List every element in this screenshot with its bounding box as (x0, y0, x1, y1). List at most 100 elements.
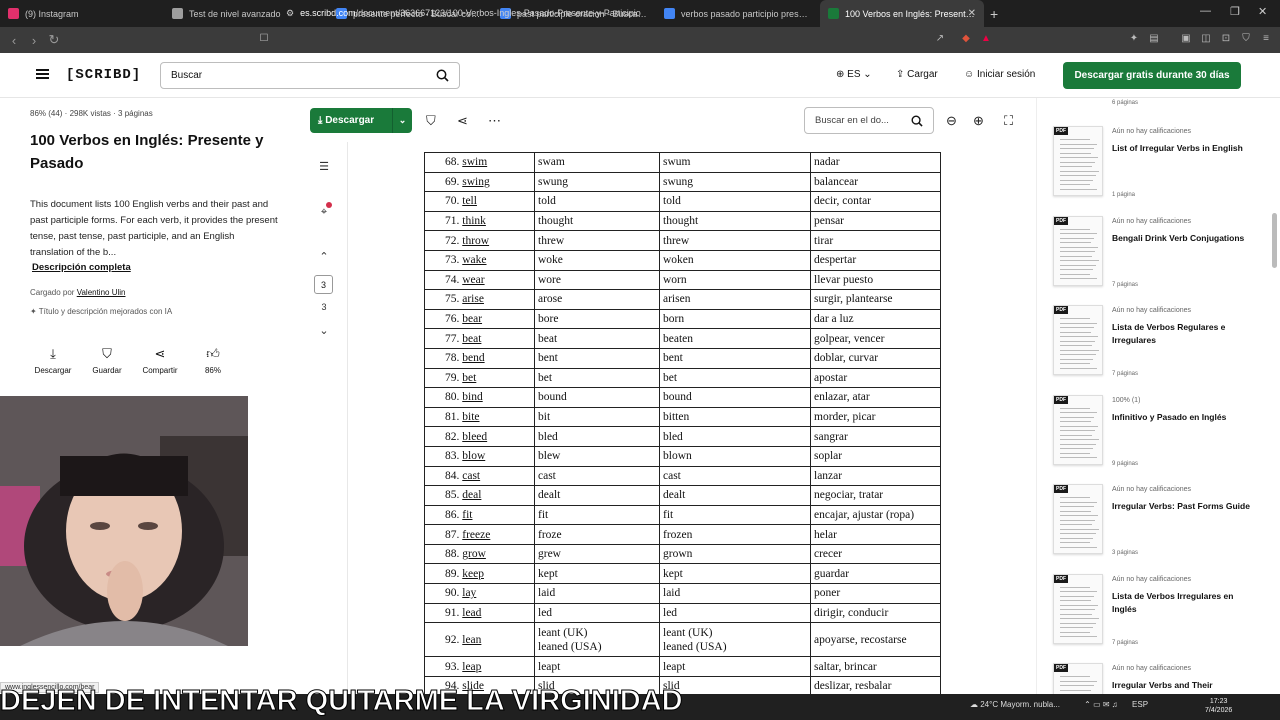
related-thumbnail[interactable]: PDF (1053, 305, 1103, 375)
download-button[interactable]: ⤓ Descargar ⌄ (310, 108, 412, 133)
input-language[interactable]: ESP (1132, 700, 1148, 709)
taskbar-clock[interactable]: 17:23 7/4/2026 (1205, 697, 1232, 715)
verb-link[interactable]: bind (462, 391, 482, 403)
maximize-icon[interactable]: ❐ (1230, 5, 1240, 18)
language-selector[interactable]: ⊕ ES ⌄ (836, 69, 872, 80)
related-document-card[interactable]: PDF Aún no hay calificaciones Irregular Ve… (1037, 484, 1267, 572)
verb-link[interactable]: wear (462, 274, 484, 286)
related-document-card[interactable]: PDF Aún no hay calificaciones Bengali Drin… (1037, 215, 1267, 304)
verb-link[interactable]: freeze (462, 529, 490, 541)
related-thumbnail[interactable]: PDF (1053, 126, 1103, 196)
verb-link[interactable]: wake (462, 254, 486, 266)
related-document-card[interactable]: PDF Aún no hay calificaciones List of Irre… (1037, 126, 1267, 214)
extensions-icon[interactable]: ✦ (1128, 33, 1140, 45)
close-window-icon[interactable]: ✕ (1258, 5, 1267, 18)
verb-link[interactable]: tell (462, 195, 477, 207)
save-bookmark-icon[interactable]: ⛉ (426, 113, 436, 129)
verb-link[interactable]: swim (462, 156, 487, 168)
doc-search-icon[interactable] (911, 115, 923, 127)
full-description-link[interactable]: Descripción completa (32, 262, 131, 273)
verb-link[interactable]: bet (462, 372, 476, 384)
verb-link[interactable]: bite (462, 411, 479, 423)
ai-assistant-icon[interactable]: ⌖ (312, 202, 336, 219)
outline-icon[interactable]: ☰ (312, 160, 336, 173)
wallet-icon[interactable]: ▣ (1180, 33, 1192, 45)
bookmark-page-icon[interactable]: ☐ (258, 33, 270, 45)
verb-link[interactable]: beat (462, 333, 481, 345)
upload-link[interactable]: ⇪ Cargar (896, 69, 938, 80)
verb-link[interactable]: bear (462, 313, 482, 325)
verb-link[interactable]: bend (462, 352, 484, 364)
browser-tab[interactable]: (9) Instagram (0, 0, 164, 27)
verb-link[interactable]: lead (462, 607, 481, 619)
related-title[interactable]: Infinitivo y Pasado en Inglés (1112, 411, 1252, 424)
verb-link[interactable]: cast (462, 470, 480, 482)
verb-link[interactable]: grow (462, 548, 486, 560)
scribd-logo[interactable]: [SCRIBD] (66, 67, 141, 83)
right-scrollbar[interactable] (1272, 213, 1277, 268)
related-title[interactable]: List of Irregular Verbs in English (1112, 142, 1252, 155)
related-document-card[interactable]: PDF Aún no hay calificaciones Lista de Ver… (1037, 573, 1267, 662)
forward-icon[interactable]: › (24, 33, 44, 48)
verb-link[interactable]: fit (462, 509, 472, 521)
verb-link[interactable]: blow (462, 450, 485, 462)
related-thumbnail[interactable]: PDF (1053, 215, 1103, 286)
document-search-input[interactable]: Buscar en el do... (804, 107, 934, 134)
verb-link[interactable]: bleed (462, 431, 487, 443)
toolbar-share-icon[interactable]: ⋖ (457, 113, 468, 129)
related-thumbnail[interactable]: PDF (1053, 484, 1103, 554)
related-document-card[interactable]: PDF Aún no hay calificaciones Lista de Ver… (1037, 305, 1267, 393)
more-options-icon[interactable]: ⋯ (488, 113, 501, 129)
vpn-icon[interactable]: ◫ (1200, 33, 1212, 45)
verb-link[interactable]: think (462, 215, 486, 227)
related-title[interactable]: Lista de Verbos Regulares e Irregulares (1112, 321, 1252, 347)
shield-icon[interactable]: ⛉ (1240, 33, 1252, 45)
sidebar-icon[interactable]: ▤ (1148, 33, 1160, 45)
uploader-link[interactable]: Valentino Ulin (77, 288, 126, 297)
verb-link[interactable]: throw (462, 235, 489, 247)
brave-shield-icon[interactable]: ◆ (960, 33, 972, 45)
current-page-input[interactable]: 3 (314, 275, 333, 294)
free-trial-button[interactable]: Descargar gratis durante 30 días (1063, 62, 1241, 89)
share-page-icon[interactable]: ↗ (934, 33, 946, 45)
page-up-icon[interactable]: ⌃ (312, 250, 336, 263)
download-action[interactable]: ⤓ Descargar (28, 346, 78, 375)
minimize-icon[interactable]: — (1200, 5, 1211, 17)
related-thumbnail[interactable]: PDF (1053, 394, 1103, 465)
verb-link[interactable]: lay (462, 587, 476, 599)
related-document-card[interactable]: PDF 100% (1) Infinitivo y Pasado en Inglés… (1037, 394, 1267, 483)
download-dropdown-icon[interactable]: ⌄ (392, 108, 412, 133)
url-field[interactable]: ⚙ es.scribd.com /document/363667123/100-… (276, 3, 996, 23)
back-icon[interactable]: ‹ (4, 33, 24, 48)
zoom-out-icon[interactable]: ⊖ (946, 113, 957, 129)
verb-link[interactable]: leap (462, 661, 481, 673)
zoom-in-icon[interactable]: ⊕ (973, 113, 984, 129)
share-action[interactable]: ⋖ Compartir (135, 346, 185, 375)
verb-row: 82. bleed bled bled sangrar (424, 426, 941, 447)
fullscreen-icon[interactable]: ⛶ (1004, 113, 1013, 129)
tray-icons[interactable]: ⌃ ▭ ✉ ♫ (1084, 700, 1120, 709)
verb-link[interactable]: arise (462, 293, 484, 305)
verb-link[interactable]: swing (462, 176, 489, 188)
search-icon[interactable] (436, 69, 449, 82)
verb-row: 88. grow grew grown crecer (424, 543, 941, 565)
brave-rewards-icon[interactable]: ▲ (980, 33, 992, 45)
page-down-icon[interactable]: ⌄ (312, 324, 336, 337)
reload-icon[interactable]: ↻ (44, 32, 64, 48)
related-title[interactable]: Lista de Verbos Irregulares en Inglés (1112, 590, 1252, 616)
verb-link[interactable]: deal (462, 489, 481, 501)
related-title[interactable]: Bengali Drink Verb Conjugations (1112, 232, 1252, 245)
verb-link[interactable]: lean (462, 634, 481, 646)
login-label: Iniciar sesión (977, 69, 1036, 80)
like-action[interactable]: 👍︎ 86% (188, 346, 238, 375)
screenshot-icon[interactable]: ⊡ (1220, 33, 1232, 45)
hamburger-menu-icon[interactable] (36, 69, 49, 79)
login-link[interactable]: ☺ Iniciar sesión (964, 69, 1035, 80)
menu-icon[interactable]: ≡ (1260, 33, 1272, 45)
verb-link[interactable]: keep (462, 568, 484, 580)
site-info-icon[interactable]: ⚙ (286, 8, 294, 19)
related-thumbnail[interactable]: PDF (1053, 573, 1103, 644)
site-search-input[interactable]: Buscar (160, 62, 460, 89)
save-action[interactable]: ⛉ Guardar (82, 346, 132, 375)
related-title[interactable]: Irregular Verbs: Past Forms Guide (1112, 500, 1252, 513)
